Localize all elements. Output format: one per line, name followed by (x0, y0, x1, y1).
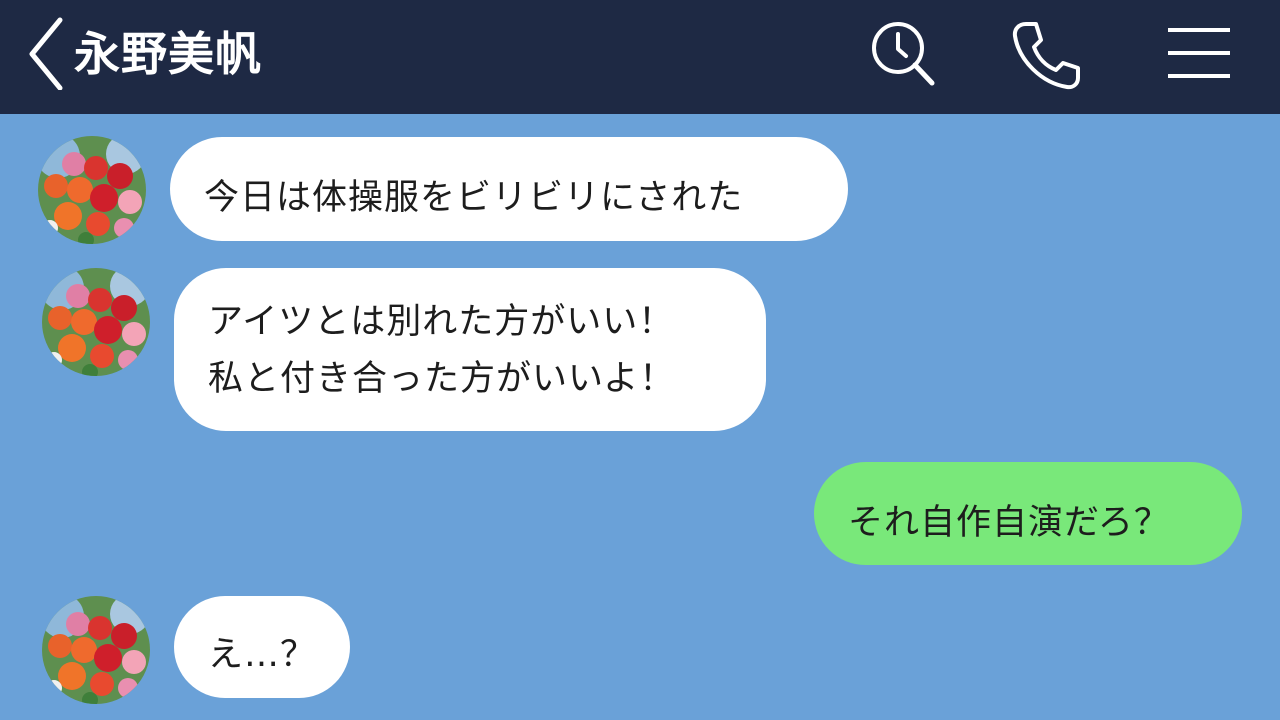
avatar[interactable] (42, 596, 150, 704)
message-bubble-incoming[interactable]: アイツとは別れた方がいい！ 私と付き合った方がいいよ！ (174, 268, 766, 431)
search-clock-icon (872, 22, 935, 86)
message-text: アイツとは別れた方がいい！ (208, 302, 675, 342)
chat-header: 永野美帆 (0, 0, 1280, 114)
avatar[interactable] (42, 268, 150, 376)
search-button[interactable] (866, 20, 938, 92)
rose-bouquet-avatar-icon (42, 268, 150, 376)
chat-screen: 永野美帆 今日は体操服をビリビリにされた アイツとは別れた方がいい！ 私と付き合… (0, 0, 1280, 720)
message-bubble-incoming[interactable]: 今日は体操服をビリビリにされた (170, 137, 848, 241)
menu-button[interactable] (1162, 20, 1234, 92)
message-bubble-outgoing[interactable]: それ自作自演だろ？ (814, 462, 1242, 565)
call-button[interactable] (1010, 20, 1082, 92)
rose-bouquet-avatar-icon (38, 136, 146, 244)
chevron-left-icon (29, 17, 63, 91)
message-text: 今日は体操服をビリビリにされた (204, 178, 744, 218)
avatar[interactable] (38, 136, 146, 244)
menu-icon (1168, 28, 1230, 78)
phone-icon (1012, 22, 1080, 90)
message-text: それ自作自演だろ？ (848, 503, 1170, 543)
back-button[interactable] (22, 14, 72, 91)
message-bubble-incoming[interactable]: え…？ (174, 596, 350, 698)
message-text: え…？ (208, 635, 317, 675)
message-text: 私と付き合った方がいいよ！ (208, 359, 676, 399)
contact-name: 永野美帆 (74, 27, 262, 81)
rose-bouquet-avatar-icon (42, 596, 150, 704)
